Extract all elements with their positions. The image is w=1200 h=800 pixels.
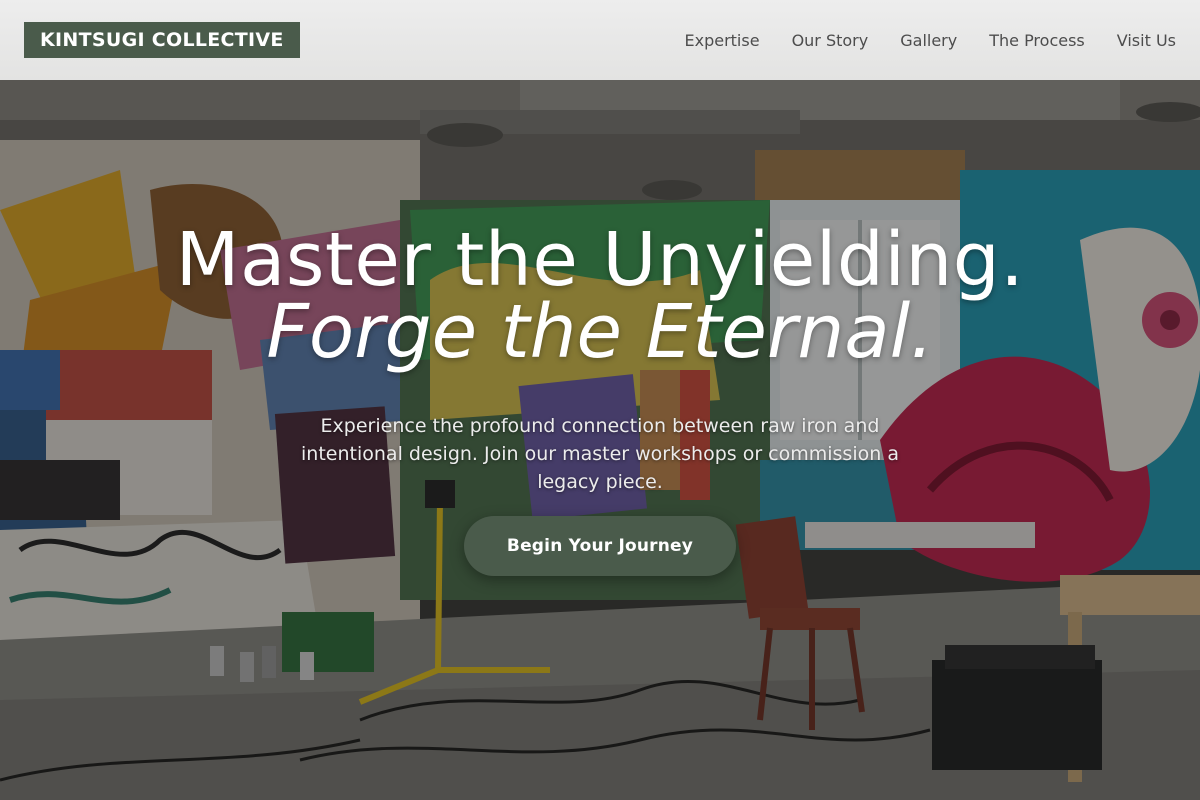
nav-link-gallery[interactable]: Gallery <box>900 31 957 50</box>
site-header: KINTSUGI COLLECTIVE Expertise Our Story … <box>0 0 1200 80</box>
hero-subtext: Experience the profound connection betwe… <box>301 415 899 493</box>
site-logo[interactable]: KINTSUGI COLLECTIVE <box>24 22 300 58</box>
main-nav: Expertise Our Story Gallery The Process … <box>685 31 1177 50</box>
hero-headline-line2: Forge the Eternal. <box>266 289 934 375</box>
begin-journey-button[interactable]: Begin Your Journey <box>464 516 736 576</box>
hero-headline-line1: Master the Unyielding. <box>175 217 1025 303</box>
hero-section: Master the Unyielding. Forge the Eternal… <box>0 80 1200 800</box>
nav-link-visit-us[interactable]: Visit Us <box>1117 31 1176 50</box>
nav-link-the-process[interactable]: The Process <box>989 31 1085 50</box>
nav-link-expertise[interactable]: Expertise <box>685 31 760 50</box>
hero-content: Master the Unyielding. Forge the Eternal… <box>0 80 1200 800</box>
page: KINTSUGI COLLECTIVE Expertise Our Story … <box>0 0 1200 800</box>
nav-link-our-story[interactable]: Our Story <box>792 31 869 50</box>
